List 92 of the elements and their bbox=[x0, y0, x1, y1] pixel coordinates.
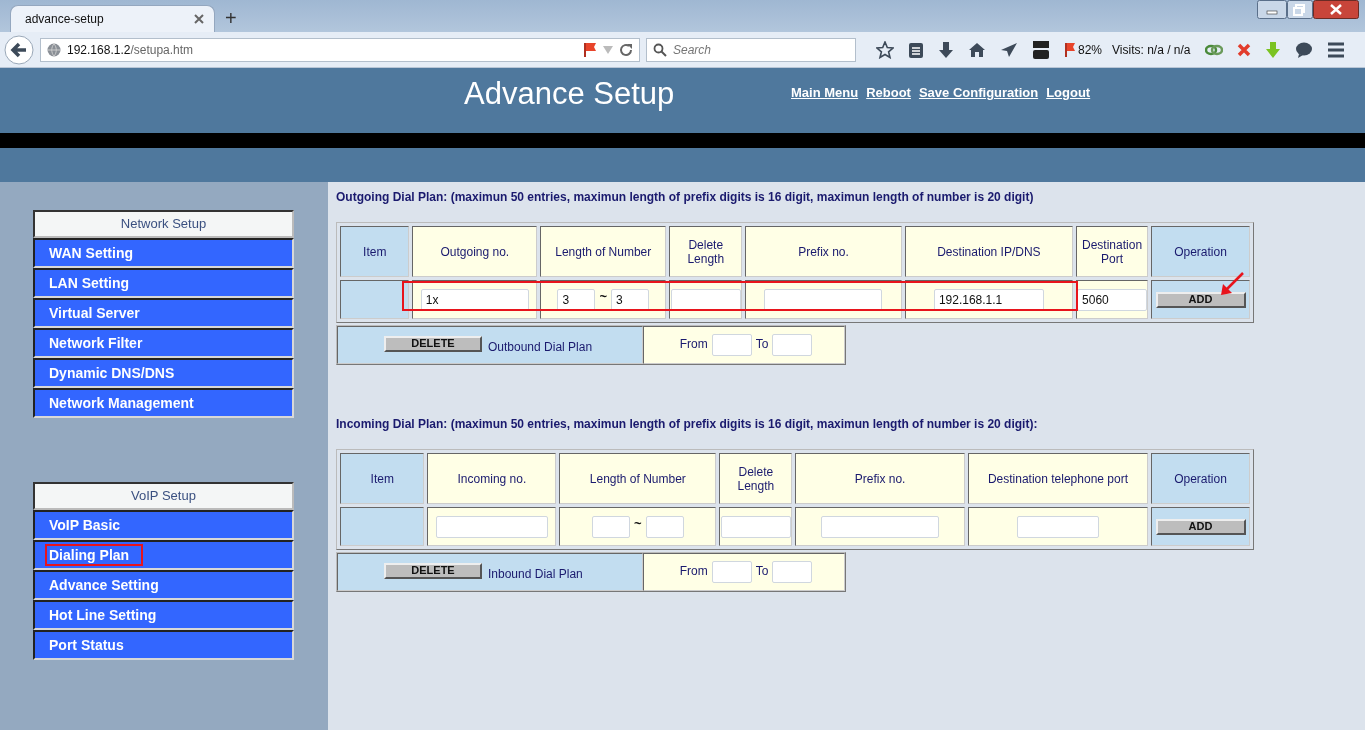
paper-plane-icon[interactable] bbox=[1000, 41, 1018, 58]
sidebar-item[interactable]: Advance Setting bbox=[33, 570, 294, 600]
sidebar-item[interactable]: Network Filter bbox=[33, 328, 294, 358]
add-button[interactable]: ADD bbox=[1155, 291, 1246, 308]
column-header: Prefix no. bbox=[795, 453, 965, 504]
input-field[interactable] bbox=[720, 515, 791, 538]
column-header: Destination IP/DNS bbox=[904, 226, 1074, 277]
delete-button[interactable]: DELETE bbox=[384, 335, 482, 352]
input-field[interactable]: 3 bbox=[611, 288, 650, 311]
input-field[interactable] bbox=[821, 515, 940, 538]
close-tab-icon[interactable] bbox=[194, 14, 204, 24]
menu-group-title: Network Setup bbox=[33, 210, 294, 238]
sidebar-item[interactable]: Hot Line Setting bbox=[33, 600, 294, 630]
delete-button[interactable]: DELETE bbox=[384, 562, 482, 579]
range-separator: ~ bbox=[634, 515, 642, 531]
from-field[interactable] bbox=[711, 334, 752, 356]
video-logo-icon[interactable] bbox=[1032, 39, 1050, 60]
input-field[interactable] bbox=[435, 515, 548, 538]
maximize-icon[interactable] bbox=[1287, 0, 1313, 19]
to-label: To bbox=[755, 337, 769, 352]
tab-title: advance-setup bbox=[25, 12, 105, 26]
reload-icon[interactable] bbox=[619, 42, 633, 57]
column-header: Operation bbox=[1151, 453, 1250, 504]
sidebar-item[interactable]: WAN Setting bbox=[33, 238, 294, 268]
chain-icon[interactable] bbox=[1204, 42, 1223, 57]
section-heading: Incoming Dial Plan: (maximun 50 entries, maximun length of prefix digits is 16 digit, maximun length of number is 20 digit): bbox=[336, 417, 1039, 431]
minimize-icon[interactable] bbox=[1257, 0, 1287, 19]
url-text: 192.168.1.2/setupa.htm bbox=[67, 42, 195, 57]
section-heading: Outgoing Dial Plan: (maximun 50 entries, maximun length of prefix digits is 16 digit, maximun length of number is 20 digit) bbox=[336, 190, 1035, 204]
search-icon bbox=[653, 42, 667, 57]
sidebar-item[interactable]: Dialing Plan bbox=[33, 540, 294, 570]
star-icon[interactable] bbox=[876, 40, 894, 59]
column-header: Item bbox=[340, 226, 410, 277]
chat-icon[interactable] bbox=[1294, 41, 1313, 58]
column-header: Delete Length bbox=[719, 453, 793, 504]
column-header: Item bbox=[340, 453, 425, 504]
page-title: Advance Setup bbox=[464, 76, 675, 112]
input-field[interactable] bbox=[670, 288, 741, 311]
column-header: Length of Number bbox=[559, 453, 717, 504]
sidebar-item[interactable]: Network Management bbox=[33, 388, 294, 418]
to-label: To bbox=[755, 564, 769, 579]
sidebar-item[interactable]: VoIP Basic bbox=[33, 510, 294, 540]
column-header: Prefix no. bbox=[745, 226, 902, 277]
search-field[interactable]: Search bbox=[646, 37, 856, 62]
header-link[interactable]: Main Menu bbox=[791, 85, 859, 100]
clipboard-icon[interactable] bbox=[908, 40, 924, 59]
sidebar-item[interactable]: Virtual Server bbox=[33, 298, 294, 328]
zoom-indicator[interactable]: 82% bbox=[1064, 41, 1103, 58]
download-icon[interactable] bbox=[938, 40, 954, 59]
column-header: Delete Length bbox=[669, 226, 743, 277]
to-field[interactable] bbox=[772, 561, 813, 583]
input-field[interactable]: 1x bbox=[420, 288, 529, 311]
sidebar-item[interactable]: LAN Setting bbox=[33, 268, 294, 298]
input-field[interactable] bbox=[1016, 515, 1099, 538]
address-bar[interactable]: 192.168.1.2/setupa.htm bbox=[40, 37, 640, 62]
menu-group-title: VoIP Setup bbox=[33, 482, 294, 510]
back-icon[interactable] bbox=[4, 34, 34, 65]
from-label: From bbox=[679, 564, 708, 579]
header-link[interactable]: Save Configuration bbox=[918, 85, 1039, 100]
input-field[interactable] bbox=[592, 515, 631, 538]
column-header: Operation bbox=[1151, 226, 1250, 277]
input-field[interactable] bbox=[764, 288, 883, 311]
input-field[interactable]: 192.168.1.1 bbox=[933, 288, 1044, 311]
flag-icon bbox=[1064, 41, 1076, 58]
input-field[interactable] bbox=[645, 515, 684, 538]
input-field[interactable]: 3 bbox=[557, 288, 596, 311]
from-label: From bbox=[679, 337, 708, 352]
home-icon[interactable] bbox=[968, 41, 986, 58]
header-link[interactable]: Reboot bbox=[866, 85, 911, 100]
globe-icon bbox=[47, 42, 61, 57]
visits-counter: Visits: n/a / n/a bbox=[1112, 42, 1191, 57]
sidebar-item[interactable]: Port Status bbox=[33, 630, 294, 660]
from-field[interactable] bbox=[711, 561, 752, 583]
range-separator: ~ bbox=[599, 288, 608, 304]
column-header: Outgoing no. bbox=[412, 226, 538, 277]
header-link[interactable]: Logout bbox=[1046, 85, 1091, 100]
to-field[interactable] bbox=[772, 334, 813, 356]
menu-icon[interactable] bbox=[1326, 41, 1345, 58]
delete-caption: Outbound Dial Plan bbox=[488, 340, 593, 355]
sidebar-item[interactable]: Dynamic DNS/DNS bbox=[33, 358, 294, 388]
add-button[interactable]: ADD bbox=[1155, 518, 1246, 535]
close-window-icon[interactable] bbox=[1313, 0, 1359, 19]
browser-tab[interactable]: advance-setup bbox=[10, 5, 215, 32]
flag-icon[interactable] bbox=[583, 41, 597, 58]
column-header: Destination telephone port bbox=[967, 453, 1148, 504]
delete-caption: Inbound Dial Plan bbox=[488, 567, 583, 582]
new-tab-button[interactable]: + bbox=[225, 7, 237, 29]
column-header: Incoming no. bbox=[427, 453, 557, 504]
input-field[interactable]: 5060 bbox=[1077, 288, 1148, 311]
cross-icon[interactable] bbox=[1236, 42, 1251, 57]
column-header: Length of Number bbox=[540, 226, 667, 277]
column-header: Destination Port bbox=[1076, 226, 1149, 277]
